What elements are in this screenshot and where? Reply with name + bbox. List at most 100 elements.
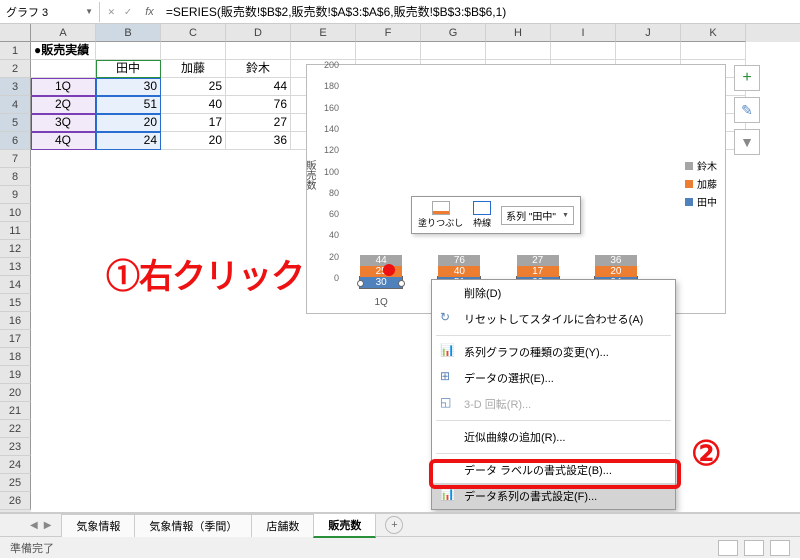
sheet-tab[interactable]: 店舗数 (251, 514, 314, 537)
row-header[interactable]: 18 (0, 348, 31, 366)
bar-segment[interactable]: 17 (517, 266, 559, 277)
cell[interactable]: 36 (226, 132, 291, 150)
sheet-tab[interactable]: 気象情報 (61, 514, 135, 537)
cell[interactable]: 鈴木 (226, 60, 291, 78)
sheet-tab-active[interactable]: 販売数 (313, 513, 376, 538)
col-header[interactable]: G (421, 24, 486, 42)
fx-label[interactable]: fx (139, 6, 160, 18)
col-header[interactable]: A (31, 24, 96, 42)
cell[interactable]: 51 (96, 96, 161, 114)
formula-input[interactable]: =SERIES(販売数!$B$2,販売数!$A$3:$A$6,販売数!$B$3:… (160, 1, 800, 22)
col-header[interactable]: H (486, 24, 551, 42)
cell[interactable] (616, 42, 681, 60)
confirm-icon[interactable]: ✓ (125, 5, 132, 18)
series-selector[interactable]: 系列 "田中" ▼ (501, 206, 574, 225)
row-header[interactable]: 7 (0, 150, 31, 168)
cell[interactable]: 24 (96, 132, 161, 150)
bar-segment[interactable]: 40 (438, 266, 480, 277)
bar-segment[interactable]: 30 (360, 277, 402, 288)
view-normal-button[interactable] (718, 540, 738, 556)
embedded-chart[interactable]: 0 20 40 60 80 100 120 140 160 180 200 販売… (306, 64, 726, 314)
cell[interactable]: ●販売実績 (31, 42, 96, 60)
cell[interactable]: 4Q (31, 132, 96, 150)
menu-add-trendline[interactable]: 近似曲線の追加(R)... (432, 424, 675, 450)
menu-format-data-series[interactable]: 📊データ系列の書式設定(F)... (432, 483, 675, 509)
cell[interactable] (356, 42, 421, 60)
row-headers[interactable]: 1 2 3 4 5 6 7 8 9 10 11 12 13 14 15 16 1… (0, 24, 31, 512)
cancel-icon[interactable]: ✕ (108, 5, 115, 18)
name-box[interactable]: グラフ 3 ▼ (0, 2, 100, 22)
col-header[interactable]: C (161, 24, 226, 42)
row-header[interactable]: 12 (0, 240, 31, 258)
cell[interactable]: 40 (161, 96, 226, 114)
menu-reset-style[interactable]: ↻リセットしてスタイルに合わせる(A) (432, 306, 675, 332)
select-all-corner[interactable] (0, 24, 31, 42)
col-header[interactable]: B (96, 24, 161, 42)
legend-item[interactable]: 鈴木 (685, 158, 717, 173)
col-header[interactable]: E (291, 24, 356, 42)
col-header[interactable]: J (616, 24, 681, 42)
menu-select-data[interactable]: ⊞データの選択(E)... (432, 365, 675, 391)
row-header[interactable]: 24 (0, 456, 31, 474)
cell[interactable] (291, 42, 356, 60)
cell[interactable]: 1Q (31, 78, 96, 96)
row-header[interactable]: 10 (0, 204, 31, 222)
column-headers[interactable]: A B C D E F G H I J K (31, 24, 800, 42)
menu-format-data-labels[interactable]: データ ラベルの書式設定(B)... (432, 457, 675, 483)
legend-item[interactable]: 田中 (685, 194, 717, 209)
row-header[interactable]: 26 (0, 492, 31, 510)
col-header[interactable]: I (551, 24, 616, 42)
row-header[interactable]: 25 (0, 474, 31, 492)
next-tab-icon[interactable]: ▶ (44, 520, 52, 531)
cell[interactable]: 2Q (31, 96, 96, 114)
tab-nav[interactable]: ◀▶ (30, 520, 51, 531)
cell[interactable]: 加藤 (161, 60, 226, 78)
bar-segment[interactable]: 36 (595, 255, 637, 266)
row-header[interactable]: 19 (0, 366, 31, 384)
row-header[interactable]: 16 (0, 312, 31, 330)
cell[interactable] (486, 42, 551, 60)
row-header[interactable]: 9 (0, 186, 31, 204)
cell[interactable]: 25 (161, 78, 226, 96)
row-header[interactable]: 8 (0, 168, 31, 186)
chart-legend[interactable]: 鈴木 加藤 田中 (685, 155, 717, 212)
row-header[interactable]: 13 (0, 258, 31, 276)
row-header[interactable]: 11 (0, 222, 31, 240)
menu-change-chart-type[interactable]: 📊系列グラフの種類の変更(Y)... (432, 339, 675, 365)
prev-tab-icon[interactable]: ◀ (30, 520, 38, 531)
row-header[interactable]: 15 (0, 294, 31, 312)
view-page-layout-button[interactable] (744, 540, 764, 556)
cell[interactable] (551, 42, 616, 60)
row-header[interactable]: 22 (0, 420, 31, 438)
row-header[interactable]: 21 (0, 402, 31, 420)
bar-segment[interactable]: 44 (360, 255, 402, 266)
cell[interactable] (681, 42, 746, 60)
row-header[interactable]: 23 (0, 438, 31, 456)
cell[interactable]: 76 (226, 96, 291, 114)
cell[interactable] (421, 42, 486, 60)
legend-item[interactable]: 加藤 (685, 176, 717, 191)
cell[interactable] (96, 42, 161, 60)
bar-segment[interactable]: 27 (517, 255, 559, 266)
cell[interactable]: 17 (161, 114, 226, 132)
chart-style-button[interactable]: ✎ (734, 97, 760, 123)
chevron-down-icon[interactable]: ▼ (562, 212, 569, 219)
cell[interactable]: 田中 (96, 60, 161, 78)
plot-area[interactable]: 302544514076201727242036 (342, 75, 655, 288)
menu-delete[interactable]: 削除(D) (432, 280, 675, 306)
row-header[interactable]: 4 (0, 96, 31, 114)
view-page-break-button[interactable] (770, 540, 790, 556)
fill-button[interactable]: 塗りつぶし (418, 201, 463, 229)
row-header[interactable]: 2 (0, 60, 31, 78)
row-header[interactable]: 20 (0, 384, 31, 402)
chevron-down-icon[interactable]: ▼ (85, 7, 93, 16)
bar-segment[interactable]: 76 (438, 255, 480, 266)
col-header[interactable]: F (356, 24, 421, 42)
col-header[interactable]: D (226, 24, 291, 42)
cell[interactable]: 20 (96, 114, 161, 132)
bar-segment[interactable]: 20 (595, 266, 637, 277)
cell[interactable]: 27 (226, 114, 291, 132)
cell[interactable]: 44 (226, 78, 291, 96)
cell[interactable] (31, 60, 96, 78)
cell[interactable]: 20 (161, 132, 226, 150)
